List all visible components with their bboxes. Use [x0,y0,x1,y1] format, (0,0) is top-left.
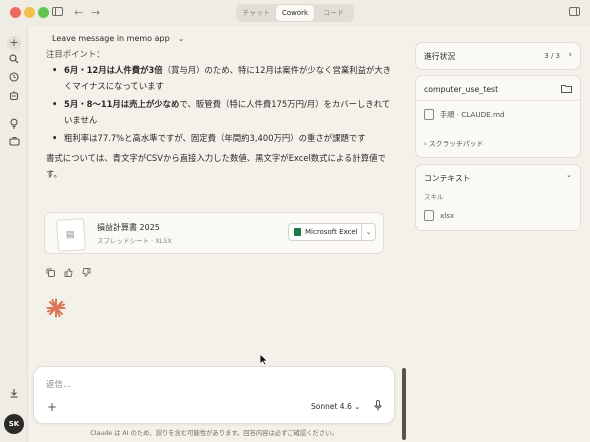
progress-title: 進行状況 [424,52,456,61]
chevron-down-icon: ⌄ [177,34,185,43]
file-type: スプレッドシート · XLSX [97,237,172,245]
folder-file-item[interactable]: 手順 · CLAUDE.md [424,109,505,120]
chevron-down-icon: ⌄ [365,228,372,236]
avatar[interactable]: SK [4,414,24,434]
reply-composer: 返信... + Sonnet 4.6 ⌄ [33,366,395,424]
tab-cowork[interactable]: Cowork [275,5,315,21]
document-icon [424,109,434,120]
robot-icon[interactable] [7,90,21,104]
claude-spark-icon [46,298,66,322]
minimize-window-button[interactable] [24,7,35,18]
copy-icon[interactable] [46,268,55,280]
add-attachment-icon[interactable]: + [47,400,57,414]
file-attachment-card[interactable]: ▤ 損益計算書 2025 スプレッドシート · XLSX Microsoft E… [44,212,384,254]
thumbs-up-icon[interactable] [64,268,73,280]
chevron-right-icon: › [424,140,427,148]
scratchpad-item[interactable]: › スクラッチパッド [424,138,483,148]
chevron-down-icon[interactable]: ⌄ [566,171,572,179]
briefcase-icon[interactable] [7,136,21,150]
skill-icon [424,210,434,221]
bullet-bold-text: 5月・8〜11月は売上が少なめ [64,99,180,109]
lightbulb-icon[interactable] [7,118,21,132]
file-name: 損益計算書 2025 [97,223,160,232]
scrollbar[interactable] [402,368,406,440]
forward-arrow-icon[interactable]: → [91,5,100,21]
folder-file-label: 手順 · CLAUDE.md [440,110,505,119]
open-in-excel-button[interactable]: Microsoft Excel [288,223,362,241]
title-bar: ← → チャット Cowork コード [0,0,590,26]
bullet-list: 6月・12月は人件費が3倍（賞与月）のため、特に12月は案件が少なく営業利益が大… [46,62,396,146]
spreadsheet-thumbnail: ▤ [55,218,87,252]
bullet-bold-text: 6月・12月は人件費が3倍 [64,65,163,75]
excel-icon [294,228,301,236]
download-icon[interactable] [7,388,21,402]
folder-icon[interactable] [561,84,572,95]
right-panel-toggle-icon[interactable] [569,7,580,16]
reply-input[interactable]: 返信... [46,378,71,390]
tab-chat[interactable]: チャット [237,5,276,21]
close-window-button[interactable] [10,7,21,18]
thumbs-down-icon[interactable] [82,268,91,280]
assistant-message: 注目ポイント： 6月・12月は人件費が3倍（賞与月）のため、特に12月は案件が少… [46,48,396,182]
folder-panel: computer_use_test 手順 · CLAUDE.md › スクラッチ… [415,75,581,158]
open-with-label: Microsoft Excel [305,228,358,236]
folder-title: computer_use_test [424,85,499,94]
microphone-icon[interactable] [374,400,382,414]
skill-label: xlsx [440,211,455,220]
divider [416,100,580,101]
chat-title: Leave message in memo app [52,34,170,43]
bullet-text: 粗利率は77.7%と高水準ですが、固定費（年間約3,400万円）の重さが課題です [64,133,366,143]
scratchpad-label: スクラッチパッド [428,140,484,148]
search-icon[interactable] [7,54,21,68]
zoom-window-button[interactable] [38,7,49,18]
skills-label: スキル [424,193,444,201]
context-panel: コンテキスト ⌄ スキル xlsx [415,164,581,231]
tab-code[interactable]: コード [314,5,353,21]
open-with-dropdown[interactable]: ⌄ [362,223,376,241]
list-item: 粗利率は77.7%と高水準ですが、固定費（年間約3,400万円）の重さが課題です [46,130,396,146]
list-item: 6月・12月は人件費が3倍（賞与月）のため、特に12月は案件が少なく営業利益が大… [46,62,396,94]
table-icon: ▤ [65,229,75,241]
chat-title-button[interactable]: Leave message in memo app ⌄ [52,34,184,43]
cut-off-heading: 注目ポイント： [46,49,105,59]
context-title: コンテキスト [424,174,471,183]
chevron-right-icon: › [568,50,572,60]
clock-icon[interactable] [7,72,21,86]
progress-panel[interactable]: 進行状況 3 / 3 › [415,42,581,70]
progress-count: 3 / 3 [544,52,560,60]
skill-item[interactable]: xlsx [424,210,454,221]
list-item: 5月・8〜11月は売上が少なめで、販管費（特に人件費175万円/月）をカバーしき… [46,96,396,128]
mode-switcher: チャット Cowork コード [236,4,354,22]
sidebar-toggle-icon[interactable] [52,5,63,21]
back-arrow-icon[interactable]: ← [74,5,83,21]
model-selector[interactable]: Sonnet 4.6 ⌄ [311,402,360,411]
disclaimer: Claude は AI のため、誤りを含む可能性があります。回答内容は必ずご確認… [90,430,338,437]
left-rail: + SK [0,26,28,442]
format-note: 書式については、青文字がCSVから直接入力した数値、黒文字がExcel数式による… [46,153,386,179]
plus-icon[interactable]: + [7,36,21,50]
